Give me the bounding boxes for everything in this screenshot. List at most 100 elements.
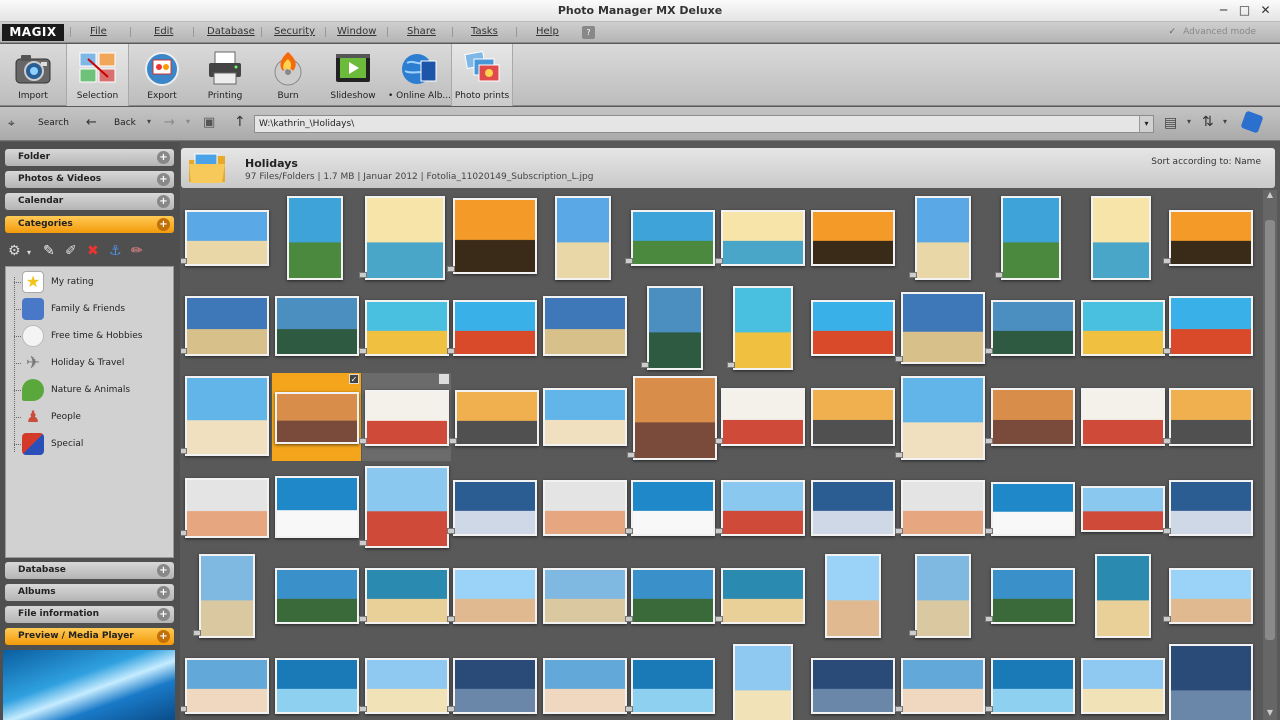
section-categories[interactable]: Categories + (5, 216, 174, 233)
view-mode-icon[interactable]: ▤ (1164, 115, 1177, 131)
photo-thumbnail[interactable] (721, 480, 805, 536)
photo-thumbnail[interactable] (185, 376, 269, 456)
forward-arrow-icon[interactable]: → (164, 115, 175, 130)
photo-thumbnail[interactable] (991, 658, 1075, 714)
photo-thumbnail[interactable] (901, 376, 985, 460)
section-file-information[interactable]: File information + (5, 606, 174, 623)
photo-thumbnail[interactable] (455, 390, 539, 446)
photo-thumbnail[interactable] (275, 568, 359, 624)
burn-button[interactable]: Burn (258, 44, 318, 106)
photo-thumbnail[interactable] (365, 568, 449, 624)
photo-thumbnail[interactable] (1169, 644, 1253, 720)
category-family-friends[interactable]: Family & Friends (6, 296, 173, 322)
photo-thumbnail[interactable] (631, 480, 715, 536)
photo-thumbnail[interactable] (287, 196, 343, 280)
photo-thumbnail[interactable] (915, 554, 971, 638)
photo-thumbnail[interactable] (733, 286, 793, 370)
edit-category-icon[interactable]: ✐ (65, 243, 77, 259)
menu-file[interactable]: File (90, 26, 107, 37)
help-icon[interactable]: ? (582, 26, 595, 39)
photo-thumbnail[interactable] (631, 658, 715, 714)
photo-thumbnail[interactable] (631, 568, 715, 624)
category-special[interactable]: Special (6, 431, 173, 457)
search-button[interactable]: Search (38, 118, 69, 128)
scroll-down-icon[interactable]: ▼ (1263, 708, 1277, 720)
path-dropdown-icon[interactable]: ▾ (1139, 116, 1153, 132)
photo-thumbnail[interactable] (991, 568, 1075, 624)
vertical-scrollbar[interactable]: ▲ ▼ (1263, 190, 1277, 720)
photo-thumbnail[interactable] (721, 388, 805, 446)
photo-thumbnail[interactable] (185, 296, 269, 356)
photo-thumbnail[interactable] (453, 480, 537, 536)
view-mode-dropdown-icon[interactable]: ▾ (1187, 117, 1191, 126)
menu-help[interactable]: Help (536, 26, 559, 37)
close-button[interactable]: ✕ (1257, 3, 1274, 18)
expand-icon[interactable]: + (157, 586, 170, 599)
photo-thumbnail[interactable] (555, 196, 611, 280)
category-my-rating[interactable]: ★ My rating (6, 269, 173, 295)
photo-thumbnail[interactable] (453, 198, 537, 274)
menu-tasks[interactable]: Tasks (471, 26, 498, 37)
selected-checkbox-icon[interactable]: ✓ (349, 374, 359, 384)
photo-prints-button[interactable]: Photo prints (451, 44, 513, 106)
photo-thumbnail[interactable] (199, 554, 255, 638)
menu-window[interactable]: Window (337, 26, 376, 37)
sort-dropdown-icon[interactable]: ▾ (1223, 117, 1227, 126)
photo-thumbnail[interactable] (1001, 196, 1061, 280)
expand-icon[interactable]: + (157, 195, 170, 208)
section-photos-videos[interactable]: Photos & Videos + (5, 171, 174, 188)
photo-thumbnail[interactable] (365, 658, 449, 714)
photo-thumbnail[interactable] (1169, 210, 1253, 266)
slideshow-button[interactable]: Slideshow (322, 44, 384, 106)
photo-thumbnail[interactable] (733, 644, 793, 720)
photo-thumbnail[interactable] (1169, 480, 1253, 536)
photo-thumbnail[interactable] (1095, 554, 1151, 638)
delete-category-icon[interactable]: ✖ (87, 243, 99, 259)
photo-thumbnail[interactable] (543, 480, 627, 536)
photo-thumbnail[interactable] (365, 300, 449, 356)
category-nature-animals[interactable]: Nature & Animals (6, 377, 173, 403)
section-calendar[interactable]: Calendar + (5, 193, 174, 210)
sort-label[interactable]: Sort according to: Name (1151, 157, 1261, 167)
photo-thumbnail[interactable] (1169, 388, 1253, 446)
forward-dropdown-icon[interactable]: ▾ (186, 117, 190, 126)
photo-thumbnail[interactable] (275, 476, 359, 538)
photo-thumbnail[interactable] (631, 210, 715, 266)
menu-database[interactable]: Database (207, 26, 255, 37)
menu-share[interactable]: Share (407, 26, 436, 37)
photo-thumbnail[interactable] (365, 196, 445, 280)
photo-thumbnail[interactable] (1169, 296, 1253, 356)
photo-thumbnail[interactable] (543, 388, 627, 446)
photo-thumbnail[interactable] (185, 478, 269, 538)
photo-thumbnail[interactable] (543, 658, 627, 714)
photo-thumbnail[interactable] (811, 210, 895, 266)
assign-category-icon[interactable]: ⚓ (109, 243, 122, 259)
expand-icon[interactable]: + (157, 151, 170, 164)
maximize-button[interactable]: □ (1236, 3, 1253, 18)
expand-icon[interactable]: + (157, 173, 170, 186)
photo-thumbnail[interactable] (1081, 388, 1165, 446)
settings-gear-icon[interactable]: ⚙ (8, 243, 21, 259)
photo-thumbnail[interactable] (915, 196, 971, 280)
selection-button[interactable]: Selection (66, 44, 129, 106)
export-button[interactable]: Export (131, 44, 193, 106)
photo-thumbnail[interactable] (275, 296, 359, 356)
photo-thumbnail[interactable] (275, 392, 359, 444)
eraser-icon[interactable]: ✏ (131, 243, 143, 259)
import-button[interactable]: Import (0, 44, 66, 106)
menu-edit[interactable]: Edit (154, 26, 173, 37)
photo-thumbnail[interactable] (543, 296, 627, 356)
photo-thumbnail[interactable] (811, 300, 895, 356)
scroll-up-icon[interactable]: ▲ (1263, 190, 1277, 202)
photo-thumbnail[interactable] (1081, 300, 1165, 356)
photo-thumbnail[interactable] (1081, 658, 1165, 714)
search-icon[interactable]: ⌖ (8, 116, 15, 131)
photo-thumbnail[interactable] (721, 210, 805, 266)
photo-thumbnail[interactable] (991, 300, 1075, 356)
photo-thumbnail[interactable] (811, 480, 895, 536)
section-preview-media-player[interactable]: Preview / Media Player + (5, 628, 174, 645)
photo-thumbnail[interactable] (811, 388, 895, 446)
photo-thumbnail[interactable] (901, 658, 985, 714)
photo-thumbnail[interactable] (275, 658, 359, 714)
category-holiday-travel[interactable]: ✈ Holiday & Travel (6, 350, 173, 376)
